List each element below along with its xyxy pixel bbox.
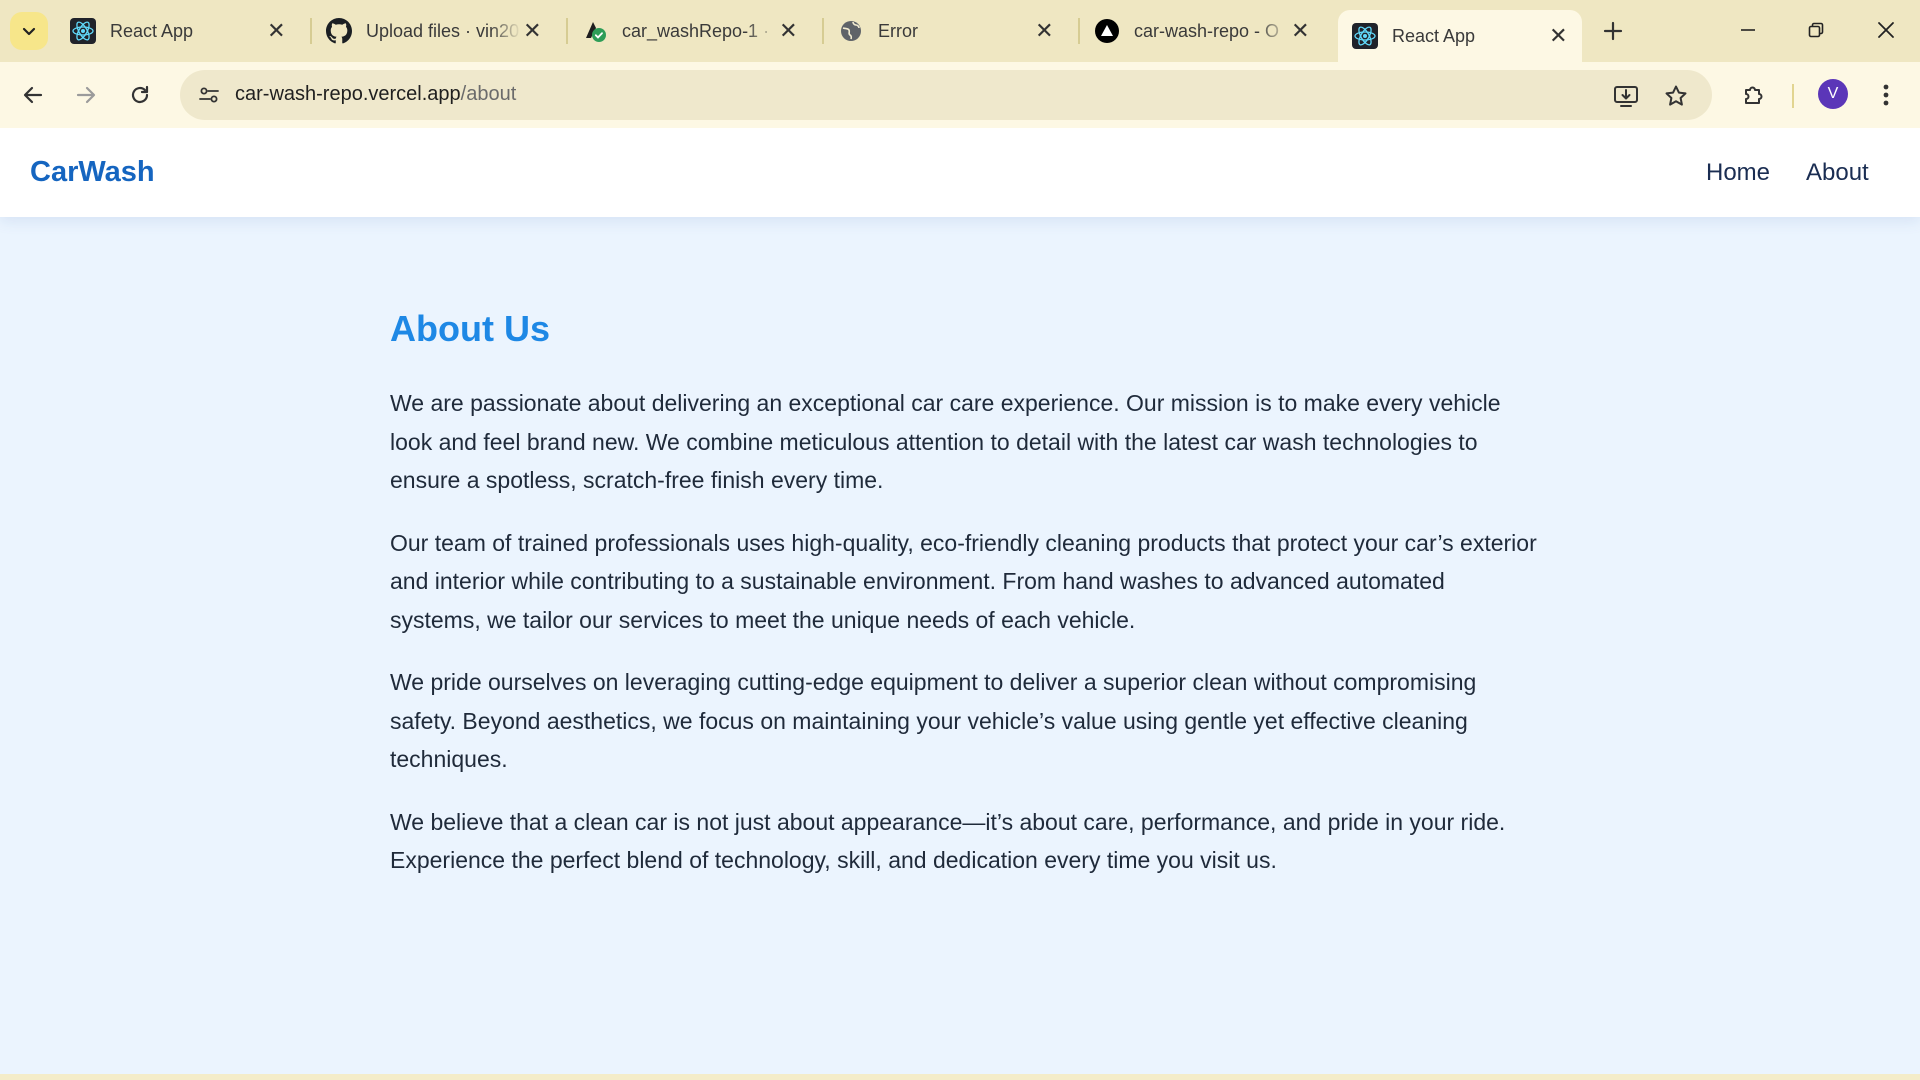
react-icon: [70, 18, 96, 44]
browser-tab-active[interactable]: React App ✕: [1338, 10, 1582, 62]
close-window-button[interactable]: [1856, 10, 1916, 50]
new-tab-button[interactable]: [1596, 14, 1630, 48]
browser-tab[interactable]: Error ✕: [824, 8, 1068, 54]
nav-link-about[interactable]: About: [1806, 159, 1869, 187]
install-icon: [1614, 86, 1638, 107]
site-header: CarWash Home About: [0, 128, 1920, 217]
browser-tab[interactable]: car-wash-repo - O ✕: [1080, 8, 1324, 54]
react-icon: [1352, 23, 1378, 49]
window-bottom-edge: [0, 1074, 1920, 1080]
tab-title: car-wash-repo - O: [1134, 20, 1280, 41]
close-tab-icon[interactable]: ✕: [265, 18, 288, 43]
menu-button[interactable]: [1864, 73, 1908, 117]
tab-strip: React App ✕ Upload files · vin20 ✕ car_w…: [0, 0, 1920, 62]
url-text[interactable]: car-wash-repo.vercel.app/about: [235, 83, 516, 106]
close-tab-icon[interactable]: ✕: [777, 18, 800, 43]
star-icon: [1665, 85, 1687, 106]
tab-title: React App: [1392, 25, 1476, 46]
profile-avatar[interactable]: V: [1818, 79, 1848, 109]
close-tab-icon[interactable]: ✕: [1033, 18, 1056, 43]
extensions-button[interactable]: [1732, 73, 1776, 117]
about-paragraph: We believe that a clean car is not just …: [390, 808, 1506, 874]
url-host: car-wash-repo.vercel.app: [235, 83, 461, 105]
browser-tab[interactable]: Upload files · vin20 ✕: [312, 8, 556, 54]
site-settings-icon[interactable]: [194, 80, 224, 110]
chevron-down-icon: [22, 27, 36, 36]
github-icon: [326, 18, 352, 44]
close-tab-icon[interactable]: ✕: [1289, 18, 1312, 43]
page-viewport: CarWash Home About About Us We are passi…: [0, 128, 1920, 1080]
forward-button[interactable]: [64, 73, 108, 117]
minimize-button[interactable]: [1718, 10, 1778, 50]
toolbar-divider: [1792, 84, 1794, 108]
page-title: About Us: [390, 308, 550, 349]
tab-title: car_washRepo-1 ·: [622, 20, 770, 41]
close-tab-icon[interactable]: ✕: [1547, 23, 1570, 48]
puzzle-icon: [1745, 86, 1763, 104]
tab-title: React App: [110, 20, 194, 41]
reload-button[interactable]: [118, 73, 162, 117]
address-bar[interactable]: car-wash-repo.vercel.app/about: [180, 70, 1712, 120]
deploy-check-icon: [582, 18, 608, 44]
tab-search-button[interactable]: [10, 12, 48, 50]
close-tab-icon[interactable]: ✕: [521, 18, 544, 43]
arrow-right-icon: [76, 86, 96, 104]
arrow-left-icon: [23, 86, 43, 104]
plus-icon: [1603, 21, 1623, 41]
bookmark-button[interactable]: [1658, 78, 1694, 114]
close-icon: [1878, 22, 1894, 38]
browser-tab[interactable]: React App ✕: [56, 8, 300, 54]
browser-tab[interactable]: car_washRepo-1 · ✕: [568, 8, 812, 54]
more-vert-icon: [1883, 84, 1889, 106]
about-paragraph: We pride ourselves on leveraging cutting…: [390, 669, 1477, 772]
nav-link-home[interactable]: Home: [1706, 159, 1770, 187]
about-paragraph: We are passionate about delivering an ex…: [390, 390, 1501, 493]
install-app-button[interactable]: [1608, 78, 1644, 114]
globe-icon: [838, 18, 864, 44]
brand-logo-link[interactable]: CarWash: [30, 156, 155, 189]
browser-toolbar: car-wash-repo.vercel.app/about V: [0, 62, 1920, 128]
url-path: /about: [460, 83, 517, 105]
tab-title: Upload files · vin20: [366, 20, 520, 41]
restore-button[interactable]: [1786, 10, 1846, 50]
restore-icon: [1808, 22, 1824, 38]
vercel-icon: [1094, 18, 1120, 44]
about-section: About Us We are passionate about deliver…: [390, 308, 1540, 904]
tab-title: Error: [878, 20, 918, 41]
back-button[interactable]: [11, 73, 55, 117]
about-paragraph: Our team of trained professionals uses h…: [390, 529, 1537, 633]
reload-icon: [131, 85, 149, 104]
minimize-icon: [1741, 29, 1755, 31]
